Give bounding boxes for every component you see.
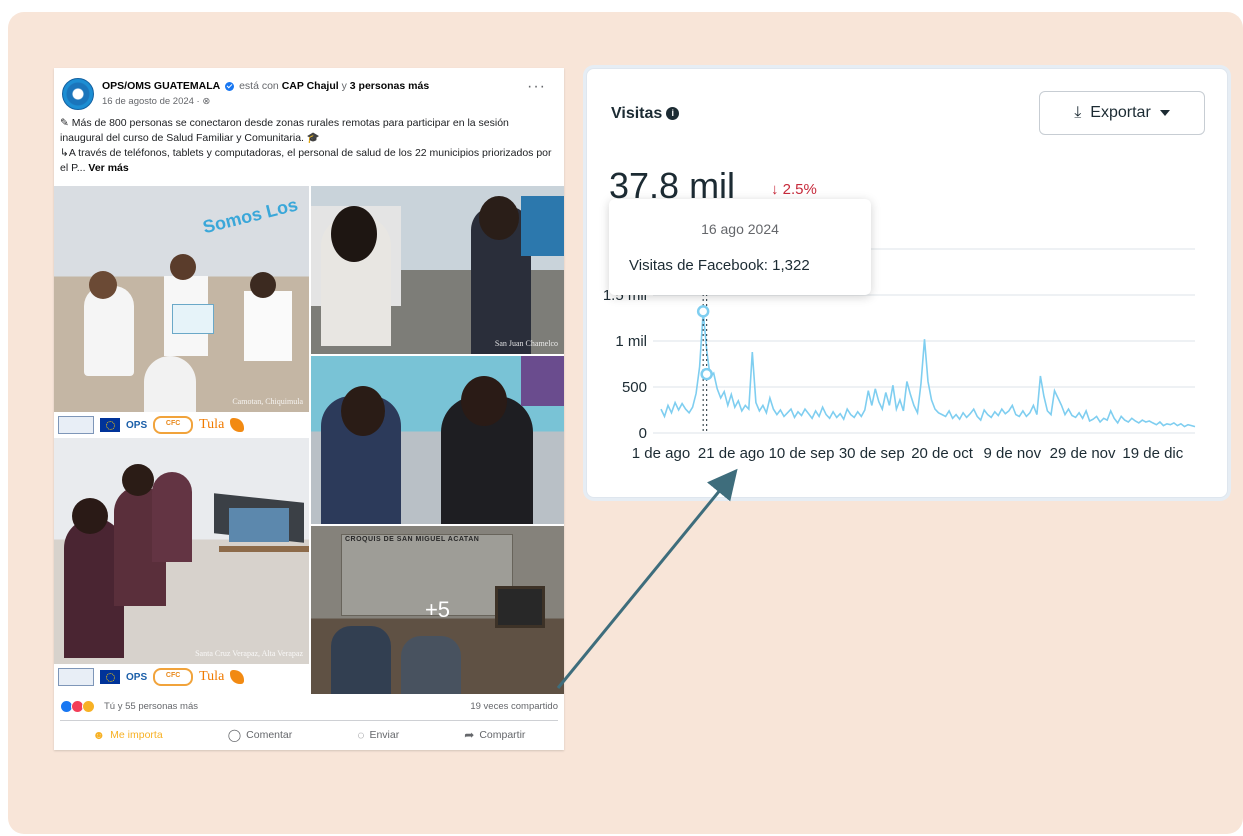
reactions-row: Tú y 55 personas más 19 veces compartido	[60, 698, 558, 716]
comment-label: Comentar	[246, 729, 293, 741]
x-tick-label: 20 de oct	[911, 445, 974, 462]
eu-flag-icon	[100, 418, 120, 432]
eu-flag-icon	[100, 670, 120, 684]
ops-logo-text: OPS	[126, 671, 148, 683]
photo-1[interactable]: Somos Los Camotan, Chiquimula	[54, 186, 309, 412]
x-tick-label: 19 de dic	[1122, 445, 1183, 462]
x-tick-label: 9 de nov	[984, 445, 1042, 462]
post-text-line-2: A través de teléfonos, tablets y computa…	[60, 147, 552, 174]
y-tick-label: 500	[622, 379, 647, 396]
with-text: está con	[239, 80, 279, 92]
photo-grid: Somos Los Camotan, Chiquimula OPS CFC Tu…	[54, 186, 564, 694]
send-label: Enviar	[369, 729, 400, 741]
share-label: Compartir	[479, 729, 526, 741]
ministry-logo-icon	[58, 416, 94, 434]
chart-tooltip: 16 ago 2024 Visitas de Facebook: 1,322	[609, 199, 871, 295]
reaction-names[interactable]: Tú y 55 personas más	[104, 701, 198, 712]
author-line: OPS/OMS GUATEMALA está con CAP Chajul y …	[102, 80, 429, 92]
messenger-icon: ◌	[357, 728, 365, 742]
share-button[interactable]: ➦ Compartir	[464, 728, 525, 742]
tula-logo: Tula	[199, 669, 225, 684]
photo-1-caption: Camotan, Chiquimula	[232, 397, 303, 406]
visits-panel: Visitas i ⤓ Exportar 37.8 mil ↓ 2.5% 0 500…	[586, 68, 1228, 498]
react-label: Me importa	[110, 729, 163, 741]
x-tick-label: 10 de sep	[769, 445, 835, 462]
react-button[interactable]: ☻ Me importa	[93, 728, 163, 742]
secondary-point	[700, 367, 713, 381]
x-tick-label: 29 de nov	[1050, 445, 1116, 462]
leaf-logo-icon	[230, 418, 245, 432]
photo-5[interactable]: CROQUIS DE SAN MIGUEL ACATAN +5	[311, 526, 564, 694]
ops-logo: OPS	[126, 420, 147, 431]
x-tick-label: 21 de ago	[698, 445, 765, 462]
photo-3-caption: San Juan Chamelco	[494, 339, 558, 348]
cf-logo: CFC	[153, 416, 194, 434]
graduation-cap-emoji-icon: 🎓	[306, 132, 320, 144]
series-line	[660, 311, 1196, 428]
phone-emoji-icon: ↳	[60, 147, 69, 159]
post-date-text: 16 de agosto de 2024 ·	[102, 96, 203, 107]
more-photos-overlay[interactable]: +5	[311, 526, 564, 694]
care-emoji-icon: ☻	[92, 728, 106, 742]
author-name[interactable]: OPS/OMS GUATEMALA	[102, 80, 220, 92]
cf-logo: CFC	[153, 668, 194, 686]
x-tick-label: 1 de ago	[632, 445, 690, 462]
tula-logo: Tula	[199, 417, 225, 432]
send-button[interactable]: ◌ Enviar	[357, 728, 399, 742]
photo-2[interactable]: Santa Cruz Verapaz, Alta Verapaz	[54, 438, 309, 664]
y-tick-label: 0	[639, 425, 647, 442]
ops-logo-text: OPS	[126, 419, 148, 431]
reaction-icons[interactable]	[60, 700, 95, 713]
see-more-link[interactable]: Ver más	[88, 162, 128, 174]
photo-3[interactable]: San Juan Chamelco	[311, 186, 564, 354]
pencil-emoji-icon: ✎	[60, 117, 69, 129]
comment-icon: ◯	[227, 728, 242, 742]
y-tick-label: 1 mil	[615, 333, 647, 350]
facebook-post-card: OPS/OMS GUATEMALA está con CAP Chajul y …	[54, 68, 564, 750]
share-arrow-icon: ➦	[464, 728, 475, 742]
leaf-logo-icon	[230, 670, 245, 684]
post-text-line-1: Más de 800 personas se conectaron desde …	[60, 117, 509, 144]
page-avatar[interactable]	[62, 78, 94, 110]
verified-badge-icon	[225, 81, 235, 91]
post-header: OPS/OMS GUATEMALA está con CAP Chajul y …	[60, 76, 558, 112]
and-text: y	[341, 80, 347, 92]
photo-2-caption: Santa Cruz Verapaz, Alta Verapaz	[195, 649, 303, 658]
post-actions: ☻ Me importa ◯ Comentar ◌ Enviar ➦ Compartir	[60, 724, 558, 746]
actions-divider	[60, 720, 558, 721]
care-reaction-icon	[82, 700, 95, 713]
share-count[interactable]: 19 veces compartido	[470, 701, 558, 712]
tooltip-value: Visitas de Facebook: 1,322	[629, 257, 810, 274]
logo-strip-1: OPS CFC Tula	[54, 412, 309, 438]
highlight-point	[696, 305, 710, 318]
tagged-place[interactable]: CAP Chajul	[282, 80, 339, 92]
comment-button[interactable]: ◯ Comentar	[228, 728, 293, 742]
wall-banner-text: Somos Los	[200, 194, 300, 238]
post-date[interactable]: 16 de agosto de 2024 · ⊗	[102, 96, 210, 107]
ops-logo: OPS	[126, 672, 147, 683]
more-options-icon[interactable]: ···	[527, 78, 546, 96]
x-tick-label: 30 de sep	[839, 445, 905, 462]
ministry-logo-icon	[58, 668, 94, 686]
globe-icon: ⊗	[202, 96, 211, 107]
tagged-people[interactable]: 3 personas más	[350, 80, 429, 92]
post-text: ✎ Más de 800 personas se conectaron desd…	[60, 116, 552, 176]
photo-4[interactable]	[311, 356, 564, 524]
logo-strip-2: OPS CFC Tula	[54, 664, 309, 690]
tooltip-date: 16 ago 2024	[701, 221, 779, 237]
